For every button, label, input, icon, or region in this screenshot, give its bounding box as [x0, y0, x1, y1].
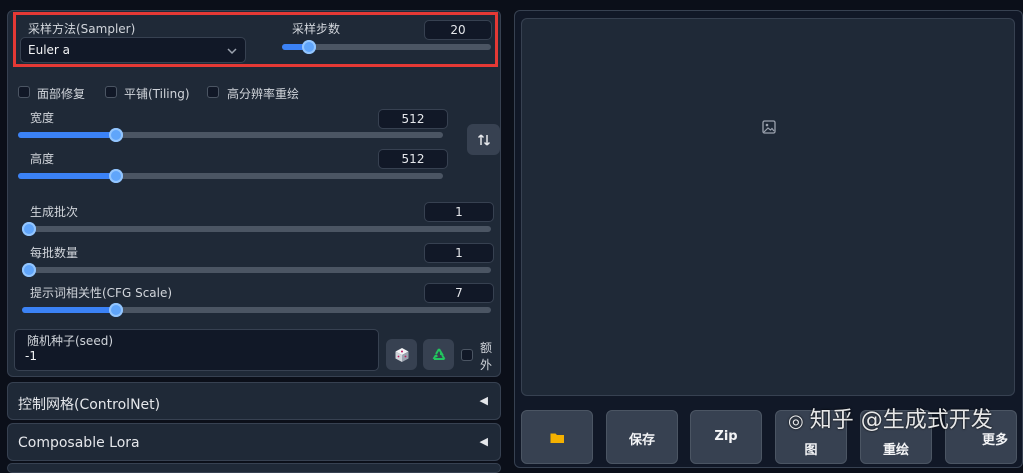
send-to-inpaint-label: 重绘 — [882, 443, 909, 458]
zip-button[interactable]: Zip — [690, 410, 762, 464]
width-input[interactable]: 512 — [378, 109, 448, 129]
dice-icon — [395, 347, 408, 362]
steps-label: 采样步数 — [292, 22, 341, 36]
extra-seed-label: 额外 — [480, 341, 493, 372]
open-folder-button[interactable] — [521, 410, 593, 464]
extra-seed-checkbox[interactable] — [461, 349, 473, 361]
batch-count-slider-thumb[interactable] — [22, 222, 36, 236]
reuse-seed-button[interactable] — [423, 339, 454, 370]
accordion-composable-lora[interactable]: Composable Lora ◀ — [7, 423, 501, 461]
cfg-scale-slider-thumb[interactable] — [108, 303, 123, 317]
accordion-controlnet-title: 控制网格(ControlNet) — [18, 397, 161, 413]
accordion-controlnet[interactable]: 控制网格(ControlNet) ◀ — [7, 382, 501, 420]
batch-size-slider-thumb[interactable] — [22, 263, 36, 277]
output-image-area — [521, 18, 1015, 396]
cfg-scale-label: 提示词相关性(CFG Scale) — [30, 286, 173, 300]
sampler-value: Euler a — [28, 43, 71, 57]
swap-dimensions-button[interactable] — [467, 124, 500, 155]
swap-arrows-icon — [477, 133, 490, 146]
sampler-select[interactable]: Euler a — [20, 37, 246, 63]
cfg-scale-slider[interactable] — [22, 303, 491, 317]
face-restore-checkbox[interactable] — [18, 86, 30, 98]
accordion-next-edge[interactable] — [7, 463, 501, 473]
batch-count-input[interactable]: 1 — [424, 202, 494, 222]
caret-left-icon: ◀ — [479, 394, 488, 407]
batch-count-label: 生成批次 — [30, 205, 79, 219]
cfg-scale-slider-fill — [22, 307, 116, 313]
save-button[interactable]: 保存 — [606, 410, 678, 464]
tiling-label: 平铺(Tiling) — [124, 87, 190, 101]
hires-fix-label: 高分辨率重绘 — [227, 87, 300, 101]
caret-left-icon: ◀ — [479, 435, 488, 448]
width-slider-thumb[interactable] — [108, 128, 123, 142]
watermark: ◎ 知乎 @生成式开发 — [788, 402, 993, 434]
watermark-text: 知乎 @生成式开发 — [809, 408, 993, 433]
batch-size-slider[interactable] — [22, 263, 491, 277]
accordion-composable-lora-title: Composable Lora — [18, 435, 140, 451]
save-button-label: 保存 — [628, 433, 655, 448]
seed-label: 随机种子(seed) — [27, 334, 113, 348]
send-to-img2img-label: 图 — [804, 443, 818, 458]
height-slider-fill — [18, 173, 116, 179]
height-slider[interactable] — [18, 169, 443, 183]
hires-fix-checkbox[interactable] — [207, 86, 219, 98]
width-slider[interactable] — [18, 128, 443, 142]
tiling-checkbox[interactable] — [105, 86, 117, 98]
wechat-logo-icon: ◎ — [788, 411, 804, 432]
seed-field[interactable]: 随机种子(seed) -1 — [14, 329, 379, 371]
width-slider-fill — [18, 132, 116, 138]
cfg-scale-input[interactable]: 7 — [424, 283, 494, 303]
sampler-label: 采样方法(Sampler) — [28, 22, 136, 36]
steps-input[interactable]: 20 — [424, 20, 492, 40]
batch-size-input[interactable]: 1 — [424, 243, 494, 263]
height-input[interactable]: 512 — [378, 149, 448, 169]
recycle-icon — [432, 347, 445, 360]
zip-button-label: Zip — [714, 429, 738, 444]
face-restore-label: 面部修复 — [37, 87, 86, 101]
height-label: 高度 — [30, 152, 55, 166]
random-seed-button[interactable] — [386, 339, 417, 370]
batch-size-label: 每批数量 — [30, 246, 79, 260]
height-slider-thumb[interactable] — [108, 169, 123, 183]
image-icon — [762, 120, 776, 134]
more-button-label: 更多 — [981, 433, 1008, 448]
steps-slider[interactable] — [282, 40, 491, 54]
chevron-down-icon — [227, 48, 237, 55]
folder-icon — [550, 433, 564, 443]
batch-count-slider[interactable] — [22, 222, 491, 236]
width-label: 宽度 — [30, 111, 55, 125]
seed-value: -1 — [25, 349, 37, 363]
